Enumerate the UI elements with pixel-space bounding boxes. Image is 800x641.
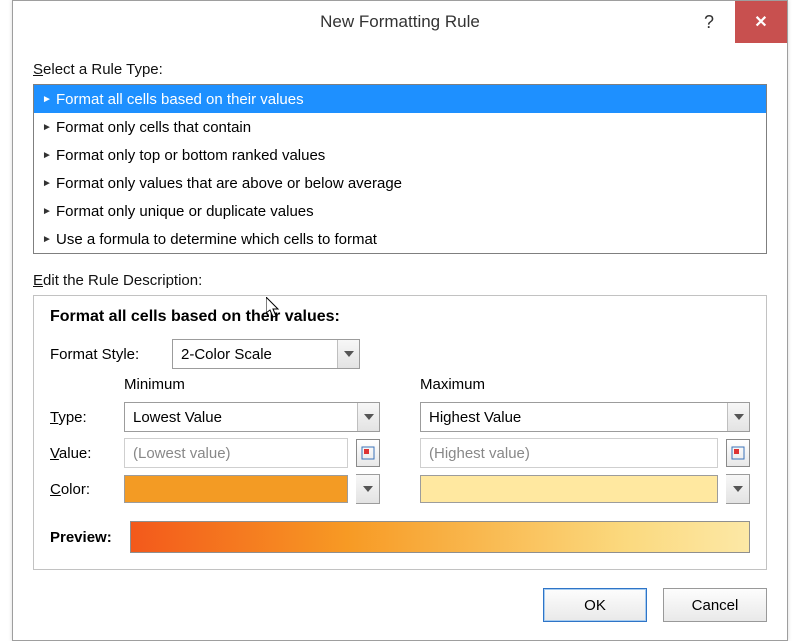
rule-type-item-label: Format only unique or duplicate values — [56, 203, 314, 220]
rule-type-item[interactable]: ► Format all cells based on their values — [34, 85, 766, 113]
minimum-value-placeholder: (Lowest value) — [133, 445, 231, 462]
value-row-min: Value: (Lowest value) — [50, 435, 380, 471]
color-label: Color: — [50, 481, 116, 498]
dialog-footer: OK Cancel — [33, 588, 767, 622]
help-button[interactable]: ? — [683, 1, 735, 43]
min-max-grid: Minimum Type: Lowest Value — [50, 376, 750, 507]
rule-type-item-label: Use a formula to determine which cells t… — [56, 231, 377, 248]
edit-rule-description-label: Edit the Rule Description: — [33, 272, 767, 289]
maximum-column: Maximum Highest Value (Hi — [420, 376, 750, 507]
rule-type-listbox[interactable]: ► Format all cells based on their values… — [33, 84, 767, 254]
rule-type-item[interactable]: ► Use a formula to determine which cells… — [34, 225, 766, 253]
cancel-button-label: Cancel — [692, 597, 739, 614]
chevron-down-icon — [727, 403, 749, 431]
rule-type-item[interactable]: ► Format only top or bottom ranked value… — [34, 141, 766, 169]
format-style-label: Format Style: — [50, 346, 162, 363]
maximum-color-swatch — [420, 475, 718, 503]
minimum-color-dropdown[interactable] — [356, 474, 380, 504]
rule-type-item-label: Format all cells based on their values — [56, 91, 304, 108]
rule-type-item-label: Format only cells that contain — [56, 119, 251, 136]
minimum-color-swatch — [124, 475, 348, 503]
preview-label: Preview: — [50, 529, 122, 546]
bullet-icon: ► — [42, 234, 56, 245]
minimum-header: Minimum — [50, 376, 380, 393]
rule-type-item-label: Format only top or bottom ranked values — [56, 147, 325, 164]
help-icon: ? — [704, 12, 714, 33]
rule-type-item[interactable]: ► Format only values that are above or b… — [34, 169, 766, 197]
chevron-down-icon — [726, 475, 749, 503]
color-row-min: Color: — [50, 471, 380, 507]
bullet-icon: ► — [42, 122, 56, 133]
rule-type-item[interactable]: ► Format only unique or duplicate values — [34, 197, 766, 225]
type-label: Type: — [50, 409, 116, 426]
edit-rule-text: dit the Rule Description: — [43, 272, 202, 289]
rule-description-panel: Format all cells based on their values: … — [33, 295, 767, 570]
rule-description-heading: Format all cells based on their values: — [50, 308, 750, 326]
maximum-header: Maximum — [420, 376, 750, 393]
format-style-value: 2-Color Scale — [173, 346, 337, 363]
rule-type-item[interactable]: ► Format only cells that contain — [34, 113, 766, 141]
close-button[interactable]: ✕ — [735, 1, 787, 43]
format-style-dropdown[interactable]: 2-Color Scale — [172, 339, 360, 369]
minimum-refedit-button[interactable] — [356, 439, 380, 467]
minimum-type-dropdown[interactable]: Lowest Value — [124, 402, 380, 432]
maximum-color-dropdown[interactable] — [726, 474, 750, 504]
maximum-type-value: Highest Value — [421, 409, 727, 426]
ok-button[interactable]: OK — [543, 588, 647, 622]
minimum-column: Minimum Type: Lowest Value — [50, 376, 380, 507]
value-label: Value: — [50, 445, 116, 462]
new-formatting-rule-dialog: New Formatting Rule ? ✕ Select a Rule Ty… — [12, 0, 788, 641]
titlebar-controls: ? ✕ — [683, 1, 787, 43]
bullet-icon: ► — [42, 150, 56, 161]
format-style-row: Format Style: 2-Color Scale — [50, 336, 750, 372]
minimum-type-value: Lowest Value — [125, 409, 357, 426]
bullet-icon: ► — [42, 178, 56, 189]
cancel-button[interactable]: Cancel — [663, 588, 767, 622]
select-rule-type-accel: S — [33, 61, 43, 78]
maximum-value-input: (Highest value) — [420, 438, 718, 468]
preview-gradient — [130, 521, 750, 553]
maximum-value-placeholder: (Highest value) — [429, 445, 530, 462]
preview-row: Preview: — [50, 521, 750, 553]
type-row-max: Highest Value — [420, 399, 750, 435]
close-icon: ✕ — [754, 12, 767, 32]
chevron-down-icon — [357, 403, 379, 431]
minimum-value-input: (Lowest value) — [124, 438, 348, 468]
range-picker-icon — [361, 446, 375, 460]
titlebar: New Formatting Rule ? ✕ — [13, 1, 787, 43]
rule-type-item-label: Format only values that are above or bel… — [56, 175, 402, 192]
type-row-min: Type: Lowest Value — [50, 399, 380, 435]
format-style-accel: F — [50, 346, 59, 363]
format-style-text: ormat Style: — [59, 346, 139, 363]
color-row-max — [420, 471, 750, 507]
ok-button-label: OK — [584, 597, 606, 614]
select-rule-type-label: Select a Rule Type: — [33, 61, 767, 78]
chevron-down-icon — [337, 340, 359, 368]
dialog-title: New Formatting Rule — [320, 12, 480, 32]
bullet-icon: ► — [42, 94, 56, 105]
maximum-refedit-button[interactable] — [726, 439, 750, 467]
chevron-down-icon — [356, 475, 379, 503]
bullet-icon: ► — [42, 206, 56, 217]
select-rule-type-text: elect a Rule Type: — [43, 61, 163, 78]
range-picker-icon — [731, 446, 745, 460]
edit-rule-accel: E — [33, 272, 43, 289]
maximum-type-dropdown[interactable]: Highest Value — [420, 402, 750, 432]
dialog-client-area: Select a Rule Type: ► Format all cells b… — [13, 43, 787, 640]
value-row-max: (Highest value) — [420, 435, 750, 471]
